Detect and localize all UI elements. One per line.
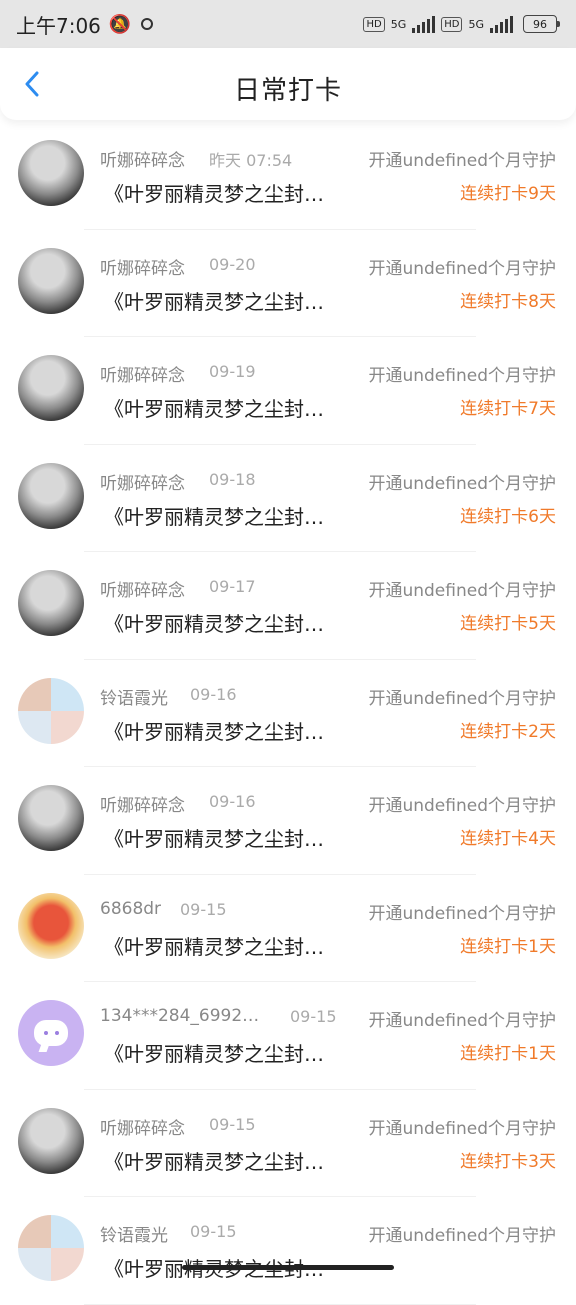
avatar[interactable] xyxy=(18,1000,84,1066)
streak-badge: 连续打卡7天 xyxy=(460,399,556,419)
checkin-date: 09-15 xyxy=(180,899,227,919)
checkin-date: 09-19 xyxy=(209,362,256,381)
list-item[interactable]: 听娜碎碎念 09-17 《叶罗丽精灵梦之尘封… 开通undefined个月守护连续打卡… xyxy=(0,552,576,660)
hd-badge: HD xyxy=(363,16,385,32)
list-item[interactable]: 铃语霞光09-15《叶罗丽精灵梦之尘封…开通undefined个月守护 xyxy=(0,1197,576,1305)
streak-badge: 连续打卡2天 xyxy=(460,721,556,742)
status-bar: 上午7:06 🔕 HD 5G HD 5G 96 xyxy=(0,0,576,48)
checkin-date: 09-17 xyxy=(209,577,256,596)
checkin-date: 09-15 xyxy=(209,1114,256,1134)
streak-badge: 连续打卡5天 xyxy=(460,614,556,634)
avatar[interactable] xyxy=(18,570,84,636)
checkin-content: 《叶罗丽精灵梦之尘封… xyxy=(104,289,324,314)
signal-icon xyxy=(412,15,436,33)
list-item[interactable]: 听娜碎碎念 09-20 《叶罗丽精灵梦之尘封… 开通undefined个月守护连续打卡… xyxy=(0,230,576,337)
checkin-content: 《叶罗丽精灵梦之尘封… xyxy=(104,612,324,636)
list-item[interactable]: 听娜碎碎念 09-19 《叶罗丽精灵梦之尘封… 开通undefined个月守护连续打卡… xyxy=(0,337,576,445)
guard-status: 开通undefined个月守护 xyxy=(368,1226,556,1246)
avatar[interactable] xyxy=(18,140,84,206)
avatar[interactable] xyxy=(18,677,84,744)
guard-status: 开通undefined个月守护 xyxy=(368,581,556,601)
user-name: 听娜碎碎念 xyxy=(100,366,185,386)
avatar[interactable] xyxy=(18,785,84,851)
list-item[interactable]: 听娜碎碎念 09-16 《叶罗丽精灵梦之尘封… 开通undefined个月守护连续打卡… xyxy=(0,767,576,875)
list-item[interactable]: 听娜碎碎念 09-15 《叶罗丽精灵梦之尘封… 开通undefined个月守护连续打卡… xyxy=(0,1090,576,1197)
streak-badge: 连续打卡8天 xyxy=(460,291,556,312)
network-label-1: 5G xyxy=(390,17,407,31)
checkin-content: 《叶罗丽精灵梦之尘封… xyxy=(104,182,324,206)
checkin-content: 《叶罗丽精灵梦之尘封… xyxy=(104,1042,324,1066)
guard-status: 开通undefined个月守护 xyxy=(368,151,556,171)
streak-badge: 连续打卡4天 xyxy=(460,829,556,849)
notification-dot-icon xyxy=(141,18,154,30)
home-indicator[interactable] xyxy=(182,1265,394,1270)
list-item[interactable]: 6868dr 09-15 《叶罗丽精灵梦之尘封… 开通undefined个月守护连续打… xyxy=(0,875,576,982)
page-header: 日常打卡 xyxy=(0,48,576,120)
guard-status: 开通undefined个月守护 xyxy=(368,796,556,816)
checkin-content: 《叶罗丽精灵梦之尘封… xyxy=(104,397,324,421)
user-name: 听娜碎碎念 xyxy=(100,1118,185,1139)
streak-badge: 连续打卡1天 xyxy=(460,1044,556,1064)
divider xyxy=(84,1303,476,1305)
battery-icon: 96 xyxy=(523,15,560,33)
avatar[interactable] xyxy=(18,355,84,421)
signal-icon-2 xyxy=(490,15,513,33)
checkin-date: 09-15 xyxy=(290,1007,337,1026)
user-name: 铃语霞光 xyxy=(100,1226,168,1246)
user-name: 听娜碎碎念 xyxy=(100,151,185,171)
chat-bubble-icon xyxy=(34,1020,68,1046)
avatar[interactable] xyxy=(18,1215,84,1281)
checkin-date: 09-16 xyxy=(209,792,256,811)
list-item[interactable]: 听娜碎碎念 昨天 07:54 《叶罗丽精灵梦之尘封… 开通undefined个月守护连… xyxy=(0,122,576,230)
avatar[interactable] xyxy=(18,247,84,314)
checkin-date: 09-16 xyxy=(190,684,237,704)
guard-status: 开通undefined个月守护 xyxy=(368,1011,556,1031)
checkin-content: 《叶罗丽精灵梦之尘封… xyxy=(104,719,324,744)
guard-status: 开通undefined个月守护 xyxy=(368,258,556,279)
guard-status: 开通undefined个月守护 xyxy=(368,366,556,386)
hd-badge-2: HD xyxy=(441,16,463,32)
guard-status: 开通undefined个月守护 xyxy=(368,903,556,924)
user-name: 134***284_6992… xyxy=(100,1006,260,1026)
user-name: 听娜碎碎念 xyxy=(100,258,185,279)
user-name: 听娜碎碎念 xyxy=(100,796,185,816)
checkin-date: 09-15 xyxy=(190,1222,237,1241)
checkin-list: 听娜碎碎念 昨天 07:54 《叶罗丽精灵梦之尘封… 开通undefined个月守护连… xyxy=(0,122,576,1305)
page-title: 日常打卡 xyxy=(233,76,342,106)
avatar[interactable] xyxy=(18,892,84,959)
guard-status: 开通undefined个月守护 xyxy=(368,1118,556,1139)
user-name: 铃语霞光 xyxy=(100,688,168,709)
battery-level: 96 xyxy=(523,15,557,33)
streak-badge: 连续打卡9天 xyxy=(460,184,556,204)
guard-status: 开通undefined个月守护 xyxy=(368,473,556,494)
streak-badge: 连续打卡3天 xyxy=(460,1151,556,1172)
checkin-date: 昨天 07:54 xyxy=(209,151,293,170)
checkin-content: 《叶罗丽精灵梦之尘封… xyxy=(104,934,324,959)
mute-bell-icon: 🔕 xyxy=(108,13,132,35)
avatar[interactable] xyxy=(18,1107,84,1174)
list-item[interactable]: 听娜碎碎念 09-18 《叶罗丽精灵梦之尘封… 开通undefined个月守护连续打卡… xyxy=(0,445,576,552)
checkin-date: 09-20 xyxy=(209,254,256,274)
user-name: 听娜碎碎念 xyxy=(100,473,185,494)
guard-status: 开通undefined个月守护 xyxy=(368,688,556,709)
list-item[interactable]: 134***284_6992… 09-15 《叶罗丽精灵梦之尘封… 开通undefin… xyxy=(0,982,576,1090)
checkin-content: 《叶罗丽精灵梦之尘封… xyxy=(104,504,324,529)
avatar[interactable] xyxy=(18,462,84,529)
list-item[interactable]: 铃语霞光 09-16 《叶罗丽精灵梦之尘封… 开通undefined个月守护连续打卡2… xyxy=(0,660,576,767)
checkin-content: 《叶罗丽精灵梦之尘封… xyxy=(104,1149,324,1174)
checkin-date: 09-18 xyxy=(209,469,256,489)
user-name: 听娜碎碎念 xyxy=(100,581,185,601)
checkin-content: 《叶罗丽精灵梦之尘封… xyxy=(104,827,324,851)
network-label-2: 5G xyxy=(468,17,484,31)
streak-badge: 连续打卡1天 xyxy=(460,936,556,957)
status-icons: HD 5G HD 5G 96 xyxy=(363,15,560,33)
streak-badge: 连续打卡6天 xyxy=(460,506,556,527)
user-name: 6868dr xyxy=(100,898,162,919)
status-time: 上午7:06 xyxy=(16,13,101,38)
